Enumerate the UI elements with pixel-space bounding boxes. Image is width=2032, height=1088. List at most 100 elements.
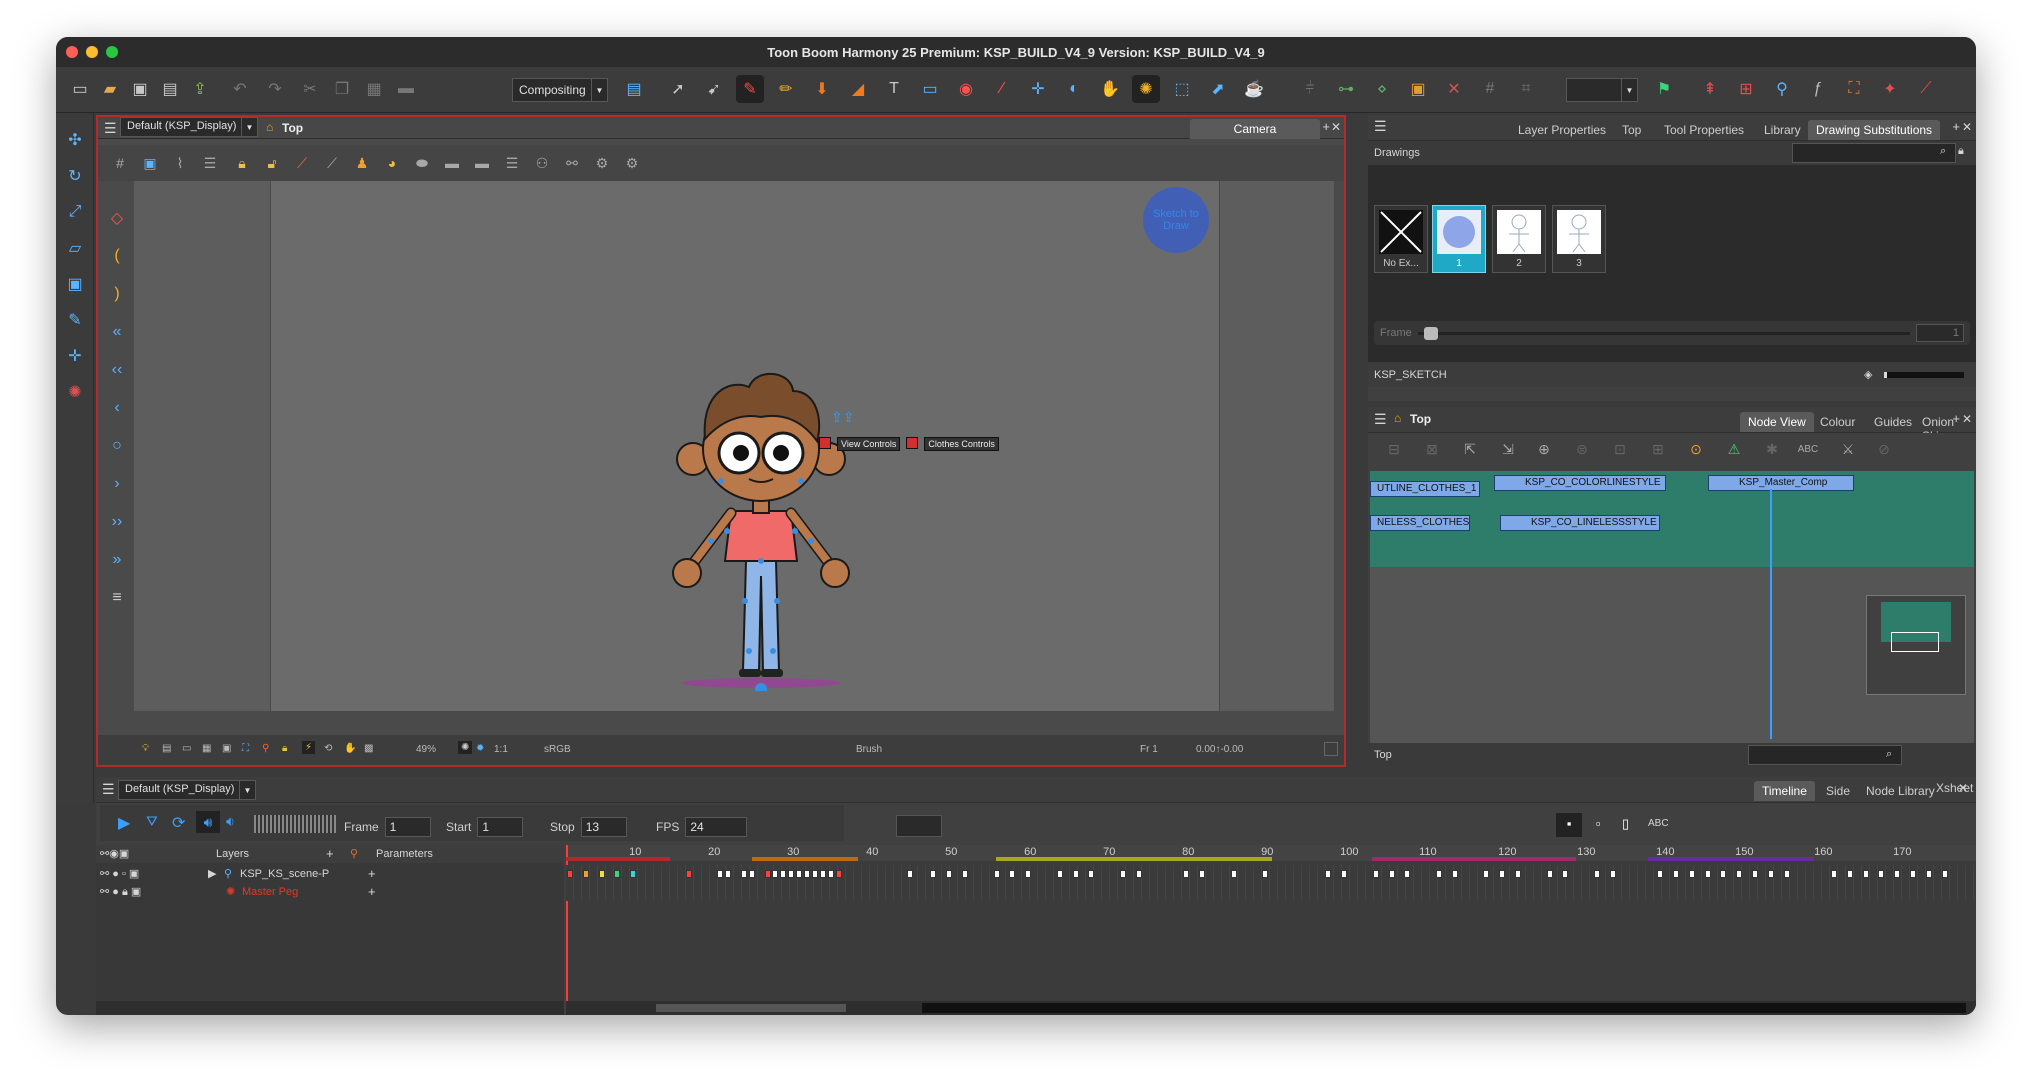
timeline-grid[interactable]: 10 20 30 40 50 60 70 80 90 100 110 120 130 140 150 160 1… [566, 845, 1976, 1015]
keyframe[interactable] [1736, 870, 1743, 878]
node-navigator[interactable] [1866, 595, 1966, 695]
drawing-thumbnail[interactable]: 2 [1492, 205, 1546, 273]
playback-speed-slider[interactable] [254, 815, 336, 833]
reset-icon[interactable]: ⟲ [324, 743, 332, 754]
keyframe[interactable] [1025, 870, 1032, 878]
keyframe[interactable] [764, 870, 771, 878]
deformation-icon[interactable]: ⫩ [1296, 75, 1324, 103]
add-peg-icon[interactable]: ⚲ [350, 847, 358, 860]
mask-icon[interactable]: ▩ [364, 743, 373, 754]
minimize-window-button[interactable] [86, 46, 98, 58]
drawing-thumbnail[interactable]: No Ex... [1374, 205, 1428, 273]
node[interactable]: KSP_Master_Comp [1708, 475, 1854, 491]
layers-scrollbar[interactable] [96, 1001, 564, 1015]
snap-icon[interactable]: ⌗ [1512, 75, 1540, 103]
keyframe[interactable] [1767, 870, 1774, 878]
keyframe[interactable] [1262, 870, 1269, 878]
previous-frame-icon[interactable]: ‹ [104, 395, 130, 421]
node-tool-icon[interactable]: ⇲ [1496, 437, 1520, 461]
grid-icon[interactable]: # [108, 151, 132, 175]
home-icon[interactable]: ⌂ [1394, 411, 1401, 425]
view-controls-label[interactable]: View Controls [837, 437, 901, 451]
render-icon[interactable]: ✺ [458, 741, 473, 754]
export-icon[interactable]: ⇪ [186, 75, 214, 103]
add-tab-icon[interactable]: + [1952, 411, 1960, 426]
tab-guides[interactable]: Guides [1866, 412, 1920, 432]
sun-icon[interactable]: ✹ [476, 743, 484, 754]
keyframe[interactable] [1199, 870, 1205, 878]
keyframe[interactable] [1372, 870, 1379, 878]
tab-node-library[interactable]: Node Library [1858, 781, 1943, 801]
keyframe[interactable] [1546, 870, 1553, 878]
node[interactable]: KSP_CO_LINELESSSTYLE [1500, 515, 1660, 531]
paint-tool-icon[interactable]: ⬇ [808, 75, 836, 103]
lock-icon[interactable]: 🔒︎ [282, 743, 287, 754]
keyframe[interactable] [1515, 870, 1521, 878]
pivot-move-icon[interactable]: ✛ [62, 343, 88, 369]
stamp-icon[interactable]: ⛶ [1840, 75, 1868, 103]
line-icon[interactable]: ▬ [440, 151, 464, 175]
node-tool-icon[interactable]: ✱ [1760, 437, 1784, 461]
tab-side[interactable]: Side [1818, 781, 1858, 801]
layout-select[interactable]: Default (KSP_Display) ▼ [120, 117, 258, 137]
keyframe[interactable] [1120, 870, 1126, 878]
frame-input[interactable]: 1 [384, 817, 431, 837]
expand-arrow-icon[interactable]: ▶ [208, 867, 216, 880]
layer-row[interactable]: ⚯ ● ▫ ▣ ▶ ⚲ KSP_KS_scene-P + [96, 865, 556, 883]
paste-icon[interactable]: ▦ [360, 75, 388, 103]
fps-select[interactable]: 24 [685, 817, 748, 837]
keyframe[interactable] [1451, 870, 1458, 878]
keyframe[interactable] [1862, 870, 1869, 878]
keyframe[interactable] [1499, 870, 1506, 878]
table-icon[interactable]: ▦ [202, 743, 211, 754]
home-icon[interactable]: ⌂ [266, 120, 273, 134]
eraser-tool-icon[interactable]: ◢ [844, 75, 872, 103]
keyframe[interactable] [1341, 870, 1348, 878]
contour-editor-icon[interactable]: ➹ [700, 75, 728, 103]
close-window-button[interactable] [66, 46, 78, 58]
layer-row-toggles[interactable]: ⚯ ● ▫ ▣ [100, 867, 139, 880]
open-folder-icon[interactable]: ▰ [96, 75, 124, 103]
keyframe[interactable] [780, 870, 787, 878]
keyframe-mode-icon[interactable]: ▪ [1556, 813, 1582, 837]
onion-icon[interactable]: ◕ [380, 151, 404, 175]
keyframe[interactable] [1704, 870, 1711, 878]
menu-icon[interactable]: ☰ [1374, 118, 1387, 135]
keyframe[interactable] [1183, 870, 1190, 878]
keyframe[interactable] [1088, 870, 1095, 878]
keyframe[interactable] [740, 870, 747, 878]
keyframe[interactable] [1562, 870, 1569, 878]
keyframe[interactable] [1609, 870, 1616, 878]
layer-name[interactable]: KSP_KS_scene-P [240, 868, 329, 880]
keyframe[interactable] [1388, 870, 1395, 878]
stop-input[interactable]: 13 [580, 817, 627, 837]
keyframe[interactable] [1436, 870, 1442, 878]
keyframe[interactable] [962, 870, 968, 878]
close-icon[interactable]: ✕ [1331, 120, 1341, 134]
node-tool-icon[interactable]: ⊞ [1646, 437, 1670, 461]
keyframe[interactable] [1673, 870, 1679, 878]
keyframe[interactable] [1910, 870, 1916, 878]
frame-icon[interactable]: ▭ [182, 743, 191, 754]
add-tab-icon[interactable]: + [1322, 119, 1330, 134]
timeline-scrollbar[interactable] [566, 1001, 1976, 1015]
keyframe[interactable] [1894, 870, 1901, 878]
layer-row[interactable]: ⚯ ● 🔒︎ ▣ ✺ Master Peg + [96, 883, 556, 901]
add-sublayer-icon[interactable]: + [368, 866, 376, 881]
bone-icon[interactable]: ⟋ [290, 151, 314, 175]
node-tool-icon[interactable]: ⊠ [1420, 437, 1444, 461]
keyframe[interactable] [748, 870, 755, 878]
keyframe[interactable] [1831, 870, 1837, 878]
bounding-box-icon[interactable]: ▣ [1404, 75, 1432, 103]
deform-icon[interactable]: ⟋ [320, 151, 344, 175]
figure-icon[interactable]: ⚲ [1768, 75, 1796, 103]
workspace-manager-icon[interactable]: ▤ [620, 75, 648, 103]
node-icon[interactable]: ⚇ [530, 151, 554, 175]
skew-icon[interactable]: ▱ [62, 235, 88, 261]
keyframe[interactable] [1925, 870, 1932, 878]
layer-track[interactable] [566, 883, 1976, 901]
keyframe[interactable] [614, 870, 621, 878]
peg-icon[interactable]: ⚲ [262, 743, 269, 754]
play-selection-icon[interactable]: ⛛ [146, 813, 158, 830]
drawing-thumbnail[interactable]: 3 [1552, 205, 1606, 273]
